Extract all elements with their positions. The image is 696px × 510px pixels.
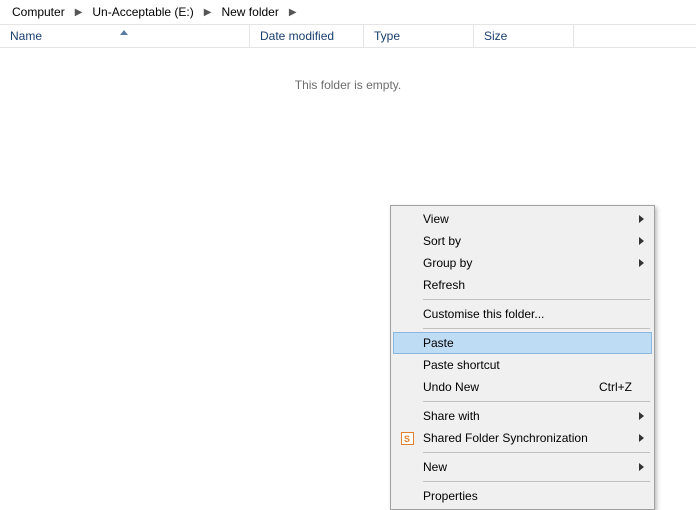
column-header-name[interactable]: Name (0, 25, 250, 47)
menu-item-sort-by[interactable]: Sort by (393, 230, 652, 252)
submenu-arrow-icon (639, 237, 644, 245)
menu-label: Paste shortcut (423, 358, 632, 372)
column-headers: Name Date modified Type Size (0, 24, 696, 48)
menu-label: Properties (423, 489, 632, 503)
menu-item-paste-shortcut[interactable]: Paste shortcut (393, 354, 652, 376)
breadcrumb: Computer ▶ Un-Acceptable (E:) ▶ New fold… (0, 0, 696, 24)
menu-separator (423, 481, 650, 482)
submenu-arrow-icon (639, 412, 644, 420)
column-header-size[interactable]: Size (474, 25, 574, 47)
menu-item-undo-new[interactable]: Undo New Ctrl+Z (393, 376, 652, 398)
menu-item-customise[interactable]: Customise this folder... (393, 303, 652, 325)
submenu-arrow-icon (639, 215, 644, 223)
menu-label: Group by (423, 256, 632, 270)
shared-folder-sync-icon: S (400, 431, 414, 445)
column-header-date[interactable]: Date modified (250, 25, 364, 47)
menu-separator (423, 328, 650, 329)
menu-label: View (423, 212, 632, 226)
menu-item-paste[interactable]: Paste (393, 332, 652, 354)
menu-label: Undo New (423, 380, 599, 394)
submenu-arrow-icon (639, 463, 644, 471)
menu-label: Customise this folder... (423, 307, 632, 321)
column-header-type[interactable]: Type (364, 25, 474, 47)
menu-label: Paste (423, 336, 632, 350)
menu-item-view[interactable]: View (393, 208, 652, 230)
column-label: Name (10, 29, 42, 43)
menu-item-group-by[interactable]: Group by (393, 252, 652, 274)
menu-label: New (423, 460, 632, 474)
menu-item-new[interactable]: New (393, 456, 652, 478)
menu-label: Share with (423, 409, 632, 423)
column-label: Type (374, 29, 400, 43)
chevron-right-icon[interactable]: ▶ (198, 7, 218, 18)
menu-item-shared-folder-sync[interactable]: S Shared Folder Synchronization (393, 427, 652, 449)
empty-folder-message: This folder is empty. (0, 78, 696, 92)
context-menu: View Sort by Group by Refresh Customise … (390, 205, 655, 510)
menu-item-refresh[interactable]: Refresh (393, 274, 652, 296)
sort-ascending-icon (120, 30, 128, 35)
chevron-right-icon[interactable]: ▶ (283, 7, 303, 18)
breadcrumb-item-drive[interactable]: Un-Acceptable (E:) (88, 5, 197, 19)
menu-label: Sort by (423, 234, 632, 248)
submenu-arrow-icon (639, 434, 644, 442)
menu-label: Refresh (423, 278, 632, 292)
menu-separator (423, 452, 650, 453)
menu-separator (423, 401, 650, 402)
breadcrumb-item-computer[interactable]: Computer (8, 5, 69, 19)
submenu-arrow-icon (639, 259, 644, 267)
column-label: Size (484, 29, 507, 43)
column-label: Date modified (260, 29, 334, 43)
menu-label: Shared Folder Synchronization (423, 431, 632, 445)
menu-item-share-with[interactable]: Share with (393, 405, 652, 427)
breadcrumb-item-folder[interactable]: New folder (217, 5, 282, 19)
chevron-right-icon[interactable]: ▶ (69, 7, 89, 18)
menu-separator (423, 299, 650, 300)
menu-shortcut: Ctrl+Z (599, 380, 632, 394)
menu-item-properties[interactable]: Properties (393, 485, 652, 507)
